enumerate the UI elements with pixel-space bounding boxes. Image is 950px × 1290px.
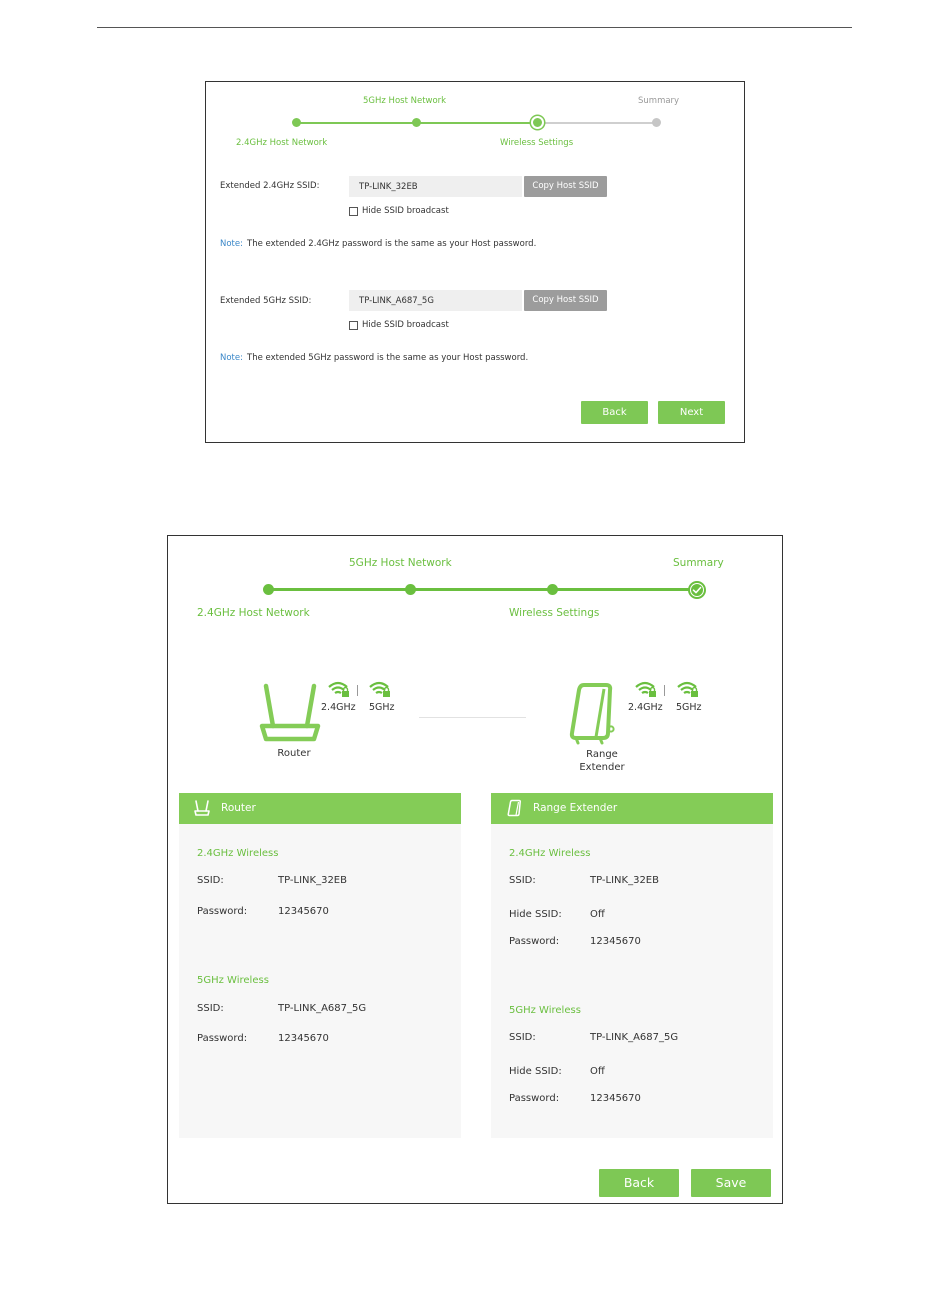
extender-24ghz-hide-ssid-value: Off [590, 909, 605, 920]
wifi-lock-icon [328, 681, 349, 697]
hide-ssid-5ghz-label: Hide SSID broadcast [362, 320, 449, 330]
band-separator [357, 685, 358, 696]
extended-5ghz-ssid-input[interactable] [349, 290, 522, 311]
router-5ghz-ssid-value: TP-LINK_A687_5G [278, 1003, 367, 1014]
step-dot-24ghz-host[interactable] [292, 118, 301, 127]
note-label: Note: [220, 353, 243, 363]
step-dot-5ghz-host[interactable] [405, 584, 416, 595]
extender-band-5-label: 5GHz [676, 702, 702, 713]
extended-24ghz-ssid-label: Extended 2.4GHz SSID: [220, 181, 320, 191]
step-label-5ghz-host: 5GHz Host Network [349, 557, 452, 569]
hide-ssid-24ghz-checkbox[interactable] [349, 206, 358, 216]
router-card-title: Router [221, 802, 256, 814]
router-24ghz-password-key: Password: [197, 906, 248, 917]
router-24ghz-password-value: 12345670 [278, 906, 329, 917]
router-5ghz-section-title: 5GHz Wireless [197, 975, 269, 986]
step-dot-wireless-settings[interactable] [547, 584, 558, 595]
extender-24ghz-hide-ssid-key: Hide SSID: [509, 909, 562, 920]
step-label-24ghz-host: 2.4GHz Host Network [236, 138, 328, 148]
copy-host-ssid-24ghz-button[interactable]: Copy Host SSID [524, 176, 607, 197]
router-card-header: Router [179, 793, 461, 824]
extended-5ghz-ssid-label: Extended 5GHz SSID: [220, 296, 312, 306]
save-button[interactable]: Save [691, 1169, 771, 1197]
copy-host-ssid-5ghz-button[interactable]: Copy Host SSID [524, 290, 607, 311]
extended-24ghz-ssid-input[interactable] [349, 176, 522, 197]
extender-card-title: Range Extender [533, 802, 618, 814]
hide-ssid-24ghz-row[interactable]: Hide SSID broadcast [349, 206, 449, 216]
extender-summary-card: Range Extender 2.4GHz Wireless SSID: TP-… [491, 793, 773, 1138]
step-dot-24ghz-host[interactable] [263, 584, 274, 595]
step-label-summary: Summary [673, 557, 724, 569]
router-24ghz-section-title: 2.4GHz Wireless [197, 848, 279, 859]
stepper-remaining-line [538, 122, 657, 124]
extender-24ghz-password-value: 12345670 [590, 936, 641, 947]
summary-panel: 5GHz Host Network Summary 2.4GHz Host Ne… [167, 535, 783, 1204]
check-circle-icon[interactable] [687, 580, 707, 600]
extender-5ghz-password-value: 12345670 [590, 1093, 641, 1104]
router-summary-card: Router 2.4GHz Wireless SSID: TP-LINK_32E… [179, 793, 461, 1138]
back-button[interactable]: Back [581, 401, 648, 424]
next-button[interactable]: Next [658, 401, 725, 424]
router-24ghz-ssid-value: TP-LINK_32EB [278, 875, 347, 886]
extender-5ghz-hide-ssid-key: Hide SSID: [509, 1066, 562, 1077]
wifi-lock-icon [369, 681, 390, 697]
range-extender-icon [507, 799, 521, 817]
hide-ssid-5ghz-row[interactable]: Hide SSID broadcast [349, 320, 449, 330]
step-dot-wireless-settings[interactable] [531, 116, 544, 129]
router-diagram-label: Router [277, 748, 311, 759]
extender-band-24-label: 2.4GHz [628, 702, 663, 713]
back-button[interactable]: Back [599, 1169, 679, 1197]
router-icon [259, 683, 321, 742]
extender-5ghz-section-title: 5GHz Wireless [509, 1005, 581, 1016]
note-text: The extended 2.4GHz password is the same… [247, 239, 537, 249]
page-top-rule [97, 27, 852, 28]
step-label-wireless-settings: Wireless Settings [509, 607, 600, 619]
note-text: The extended 5GHz password is the same a… [247, 353, 529, 363]
step-dot-5ghz-host[interactable] [412, 118, 421, 127]
stepper-progress-line [269, 588, 697, 591]
router-extender-connector [419, 717, 526, 718]
extender-diagram-label-line1: Range [586, 749, 618, 760]
router-icon [194, 800, 210, 816]
wifi-lock-icon [635, 681, 656, 697]
wireless-settings-panel: 5GHz Host Network Summary 2.4GHz Host Ne… [205, 81, 745, 443]
router-band-24-label: 2.4GHz [321, 702, 356, 713]
extender-24ghz-ssid-key: SSID: [509, 875, 536, 886]
note-24ghz: Note: The extended 2.4GHz password is the… [220, 239, 536, 249]
router-24ghz-ssid-key: SSID: [197, 875, 224, 886]
extender-5ghz-ssid-key: SSID: [509, 1032, 536, 1043]
note-label: Note: [220, 239, 243, 249]
extender-5ghz-hide-ssid-value: Off [590, 1066, 605, 1077]
step-label-wireless-settings: Wireless Settings [500, 138, 574, 148]
note-5ghz: Note: The extended 5GHz password is the s… [220, 353, 528, 363]
step-label-24ghz-host: 2.4GHz Host Network [197, 607, 310, 619]
extender-24ghz-section-title: 2.4GHz Wireless [509, 848, 591, 859]
extender-24ghz-password-key: Password: [509, 936, 560, 947]
extender-5ghz-ssid-value: TP-LINK_A687_5G [590, 1032, 679, 1043]
extender-diagram-label-line2: Extender [579, 762, 625, 773]
extender-card-header: Range Extender [491, 793, 773, 824]
wifi-lock-icon [677, 681, 698, 697]
step-label-5ghz-host: 5GHz Host Network [363, 96, 447, 106]
step-label-summary: Summary [638, 96, 680, 106]
hide-ssid-5ghz-checkbox[interactable] [349, 320, 358, 330]
step-dot-summary[interactable] [652, 118, 661, 127]
router-5ghz-password-value: 12345670 [278, 1033, 329, 1044]
range-extender-icon [569, 683, 615, 745]
extender-5ghz-password-key: Password: [509, 1093, 560, 1104]
hide-ssid-24ghz-label: Hide SSID broadcast [362, 206, 449, 216]
band-separator [664, 685, 665, 696]
router-5ghz-ssid-key: SSID: [197, 1003, 224, 1014]
extender-24ghz-ssid-value: TP-LINK_32EB [590, 875, 659, 886]
router-band-5-label: 5GHz [369, 702, 395, 713]
router-5ghz-password-key: Password: [197, 1033, 248, 1044]
